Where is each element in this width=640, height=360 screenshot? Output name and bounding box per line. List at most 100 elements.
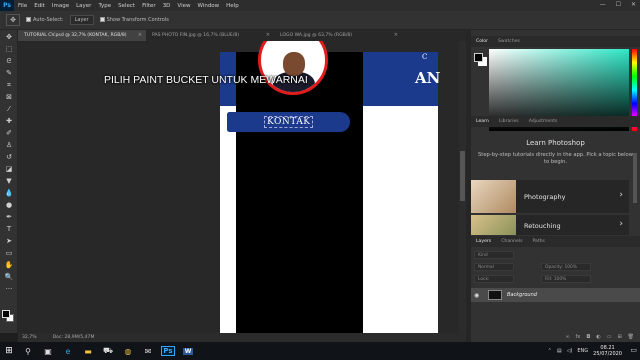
- menu-filter[interactable]: Filter: [142, 3, 156, 9]
- close-button[interactable]: ✕: [631, 1, 636, 8]
- hand-tool-icon[interactable]: ✋: [3, 261, 15, 270]
- auto-select-checkbox[interactable]: Auto-Select:: [26, 17, 64, 23]
- tab-color[interactable]: Color: [471, 39, 493, 44]
- learn-card-retouching[interactable]: Retouching ›: [471, 215, 629, 235]
- tab-learn[interactable]: Learn: [471, 119, 494, 124]
- notification-icon[interactable]: ▭: [630, 346, 637, 354]
- frame-tool-icon[interactable]: ⊠: [3, 93, 15, 102]
- close-icon[interactable]: ×: [138, 32, 142, 38]
- menu-select[interactable]: Select: [118, 3, 135, 9]
- volume-icon[interactable]: ◁): [567, 348, 573, 354]
- tab-swatches[interactable]: Swatches: [493, 39, 525, 44]
- tab-logo-wa[interactable]: LOGO WA.jpg @ 63,7% (RGB/8) ×: [274, 30, 402, 41]
- minimize-button[interactable]: —: [600, 1, 606, 8]
- file-explorer-icon[interactable]: ▬: [78, 342, 98, 360]
- photoshop-taskbar-icon[interactable]: Ps: [158, 342, 178, 360]
- lock-controls[interactable]: Lock:: [474, 275, 514, 283]
- new-layer-icon[interactable]: ⊞: [617, 334, 621, 340]
- eye-icon[interactable]: ◉: [474, 292, 484, 299]
- menu-window[interactable]: Window: [197, 3, 219, 9]
- windows-start-icon[interactable]: ⊞: [0, 342, 18, 360]
- menu-image[interactable]: Image: [52, 3, 69, 9]
- layer-filter-kind[interactable]: Kind: [474, 251, 514, 259]
- mask-icon[interactable]: ◘: [586, 334, 590, 340]
- trash-icon[interactable]: 🗑: [628, 334, 634, 340]
- fx-icon[interactable]: fx: [576, 334, 581, 340]
- panel-foreground-swatch[interactable]: [474, 53, 483, 62]
- clone-stamp-tool-icon[interactable]: ♙: [3, 141, 15, 150]
- menu-type[interactable]: Type: [98, 3, 111, 9]
- folder-icon[interactable]: ▭: [607, 334, 612, 340]
- menu-3d[interactable]: 3D: [163, 3, 171, 9]
- brush-tool-icon[interactable]: ✐: [3, 129, 15, 138]
- tab-pas-photo[interactable]: PAS PHOTO FIN.jpg @ 16,7% (BLUE/8) ×: [146, 30, 274, 41]
- menu-layer[interactable]: Layer: [76, 3, 91, 9]
- menu-help[interactable]: Help: [226, 3, 239, 9]
- blur-tool-icon[interactable]: 💧: [3, 189, 15, 198]
- canvas-workspace[interactable]: C AN KONTAK PILIH PAINT BUCKET UNTUK MEW…: [18, 41, 466, 333]
- show-transform-checkbox[interactable]: Show Transform Controls: [99, 17, 169, 23]
- mail-icon[interactable]: ✉: [138, 342, 158, 360]
- zoom-tool-icon[interactable]: 🔍: [3, 273, 15, 282]
- kontak-text-layer[interactable]: KONTAK: [264, 116, 314, 128]
- rectangle-tool-icon[interactable]: ▭: [3, 249, 15, 258]
- network-icon[interactable]: ▤: [557, 348, 562, 354]
- store-icon[interactable]: ⛟: [98, 342, 118, 360]
- search-icon[interactable]: ⚲: [18, 342, 38, 360]
- tab-label: PAS PHOTO FIN.jpg @ 16,7% (BLUE/8): [152, 33, 240, 38]
- retouching-thumb-icon: [471, 215, 516, 235]
- paint-bucket-tool-icon[interactable]: ▼: [3, 177, 15, 186]
- close-icon[interactable]: ×: [394, 32, 398, 38]
- maximize-button[interactable]: ☐: [616, 1, 621, 8]
- crop-tool-icon[interactable]: ⌗: [3, 81, 15, 90]
- pen-tool-icon[interactable]: ✒: [3, 213, 15, 222]
- close-icon[interactable]: ×: [266, 32, 270, 38]
- move-tool-icon[interactable]: ✥: [3, 33, 15, 42]
- tab-adjustments[interactable]: Adjustments: [524, 119, 563, 124]
- marquee-tool-icon[interactable]: ⬚: [3, 45, 15, 54]
- layer-row-background[interactable]: ◉ Background: [471, 288, 640, 302]
- edge-browser-icon[interactable]: e: [58, 342, 78, 360]
- chrome-icon[interactable]: ◍: [118, 342, 138, 360]
- menu-view[interactable]: View: [177, 3, 190, 9]
- quick-select-tool-icon[interactable]: ✎: [3, 69, 15, 78]
- task-view-icon[interactable]: ▣: [38, 342, 58, 360]
- history-brush-tool-icon[interactable]: ↺: [3, 153, 15, 162]
- lasso-tool-icon[interactable]: ᘓ: [3, 57, 15, 66]
- learn-card-photography[interactable]: Photography ›: [471, 180, 629, 213]
- eraser-tool-icon[interactable]: ◪: [3, 165, 15, 174]
- move-tool-preset-icon[interactable]: ✥: [6, 14, 20, 26]
- adjustment-icon[interactable]: ◐: [596, 334, 600, 340]
- tab-layers[interactable]: Layers: [471, 239, 496, 244]
- word-taskbar-icon[interactable]: W: [178, 342, 198, 360]
- healing-brush-tool-icon[interactable]: ✚: [3, 117, 15, 126]
- language-indicator[interactable]: ENG: [577, 348, 588, 354]
- layer-name[interactable]: Background: [507, 292, 537, 298]
- chevron-up-icon[interactable]: ⌃: [548, 348, 552, 354]
- zoom-level[interactable]: 32,7%: [22, 335, 37, 340]
- more-tools-icon[interactable]: ···: [3, 285, 15, 294]
- tab-libraries[interactable]: Libraries: [494, 119, 524, 124]
- type-tool-icon[interactable]: T: [3, 225, 15, 234]
- auto-select-dropdown[interactable]: Layer: [69, 15, 94, 25]
- status-bar: 32,7% Doc: 28,9M/5,47M: [18, 333, 466, 342]
- clock[interactable]: 08.21 25/07/2020: [593, 345, 622, 357]
- header-small-text: C: [422, 53, 428, 61]
- scrollbar-thumb[interactable]: [460, 151, 465, 201]
- fill-field[interactable]: Fill: 100%: [541, 275, 591, 283]
- canvas-vertical-scrollbar[interactable]: [459, 41, 466, 333]
- blend-mode-select[interactable]: Normal: [474, 263, 514, 271]
- dodge-tool-icon[interactable]: ●: [3, 201, 15, 210]
- options-bar: ✥ Auto-Select: Layer Show Transform Cont…: [0, 11, 640, 30]
- menu-file[interactable]: File: [18, 3, 27, 9]
- path-selection-tool-icon[interactable]: ➤: [3, 237, 15, 246]
- tab-paths[interactable]: Paths: [527, 239, 550, 244]
- foreground-color-swatch[interactable]: [2, 310, 10, 318]
- link-icon[interactable]: ∞: [565, 334, 569, 340]
- learn-scrollbar[interactable]: [633, 153, 637, 203]
- tab-tutorial-cv[interactable]: TUTORIAL CV.psd @ 32,7% (KONTAK, RGB/8) …: [18, 30, 146, 41]
- eyedropper-tool-icon[interactable]: ⁄: [3, 105, 15, 114]
- menu-edit[interactable]: Edit: [34, 3, 45, 9]
- tab-channels[interactable]: Channels: [496, 239, 527, 244]
- opacity-field[interactable]: Opacity: 100%: [541, 263, 591, 271]
